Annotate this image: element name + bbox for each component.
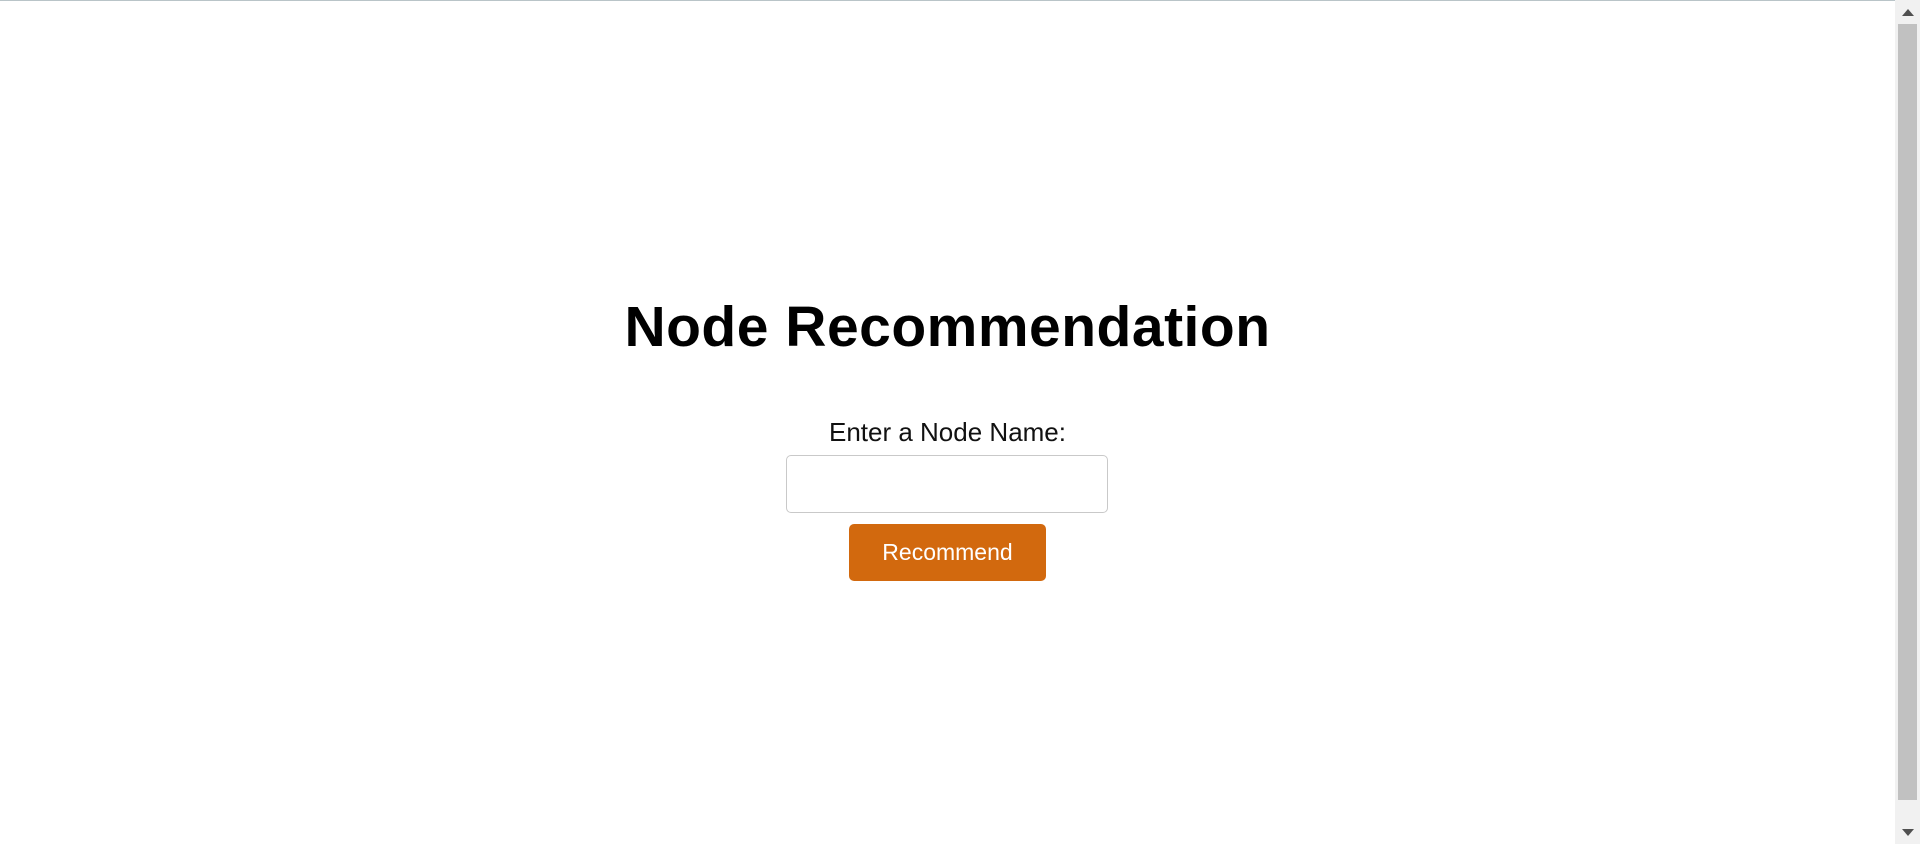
page-title: Node Recommendation [624,295,1271,359]
scroll-up-arrow-icon[interactable] [1895,2,1920,22]
node-name-label: Enter a Node Name: [828,417,1066,447]
page: Node Recommendation Enter a Node Name: R… [0,0,1898,844]
vertical-scrollbar[interactable] [1895,0,1920,844]
recommend-button[interactable]: Recommend [849,524,1046,581]
scroll-down-arrow-icon[interactable] [1895,822,1920,842]
scroll-thumb[interactable] [1898,24,1917,800]
node-name-input[interactable] [786,455,1108,513]
